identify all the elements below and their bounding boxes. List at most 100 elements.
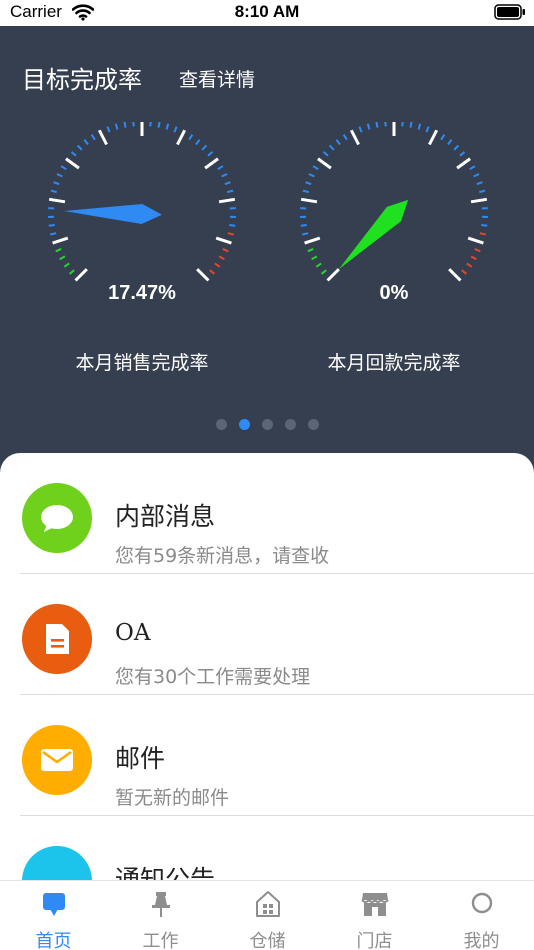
view-details-link[interactable]: 查看详情 [179, 65, 255, 92]
battery-icon [494, 4, 526, 24]
tab-warehouse[interactable]: 仓储 [214, 881, 321, 950]
warehouse-icon [256, 891, 280, 917]
gauge-minor-tick [459, 151, 466, 157]
gauge-major-tick [467, 236, 484, 245]
gauge-minor-tick [221, 173, 228, 178]
gauge-major-tick [448, 268, 462, 282]
gauge-major-tick [428, 129, 439, 146]
gauge-minor-tick [328, 144, 335, 151]
target-completion-panel: 目标完成率 查看详情 17.47% 本月销售完成率 0% 本月回款完成率 [0, 26, 534, 486]
gauge-minor-tick [217, 165, 224, 171]
page-dot[interactable] [307, 419, 319, 430]
payment-completion-gauge: 0% [289, 120, 499, 322]
gauge-minor-tick [473, 173, 480, 178]
gauge-minor-tick [50, 189, 58, 194]
panel-title: 目标完成率 [22, 66, 142, 94]
gauge-minor-tick [229, 224, 236, 227]
gauge-minor-tick [173, 126, 178, 133]
gauge-minor-tick [68, 269, 75, 275]
gauge-minor-tick [209, 269, 216, 275]
gauge-minor-tick [440, 134, 446, 141]
gauge-major-tick [74, 268, 88, 282]
gauge-minor-tick [224, 181, 231, 186]
gauge-minor-tick [409, 121, 413, 128]
gauge-minor-tick [447, 139, 453, 146]
tab-label: 首页 [35, 931, 72, 950]
gauge-major-tick [300, 197, 318, 204]
list-item-title: OA [115, 620, 151, 646]
page-dot[interactable] [284, 419, 296, 430]
gauge-minor-tick [417, 123, 422, 130]
gauge-minor-tick [123, 121, 127, 128]
sales-completion-value: 17.47% [108, 282, 176, 304]
store-icon [361, 893, 389, 916]
gauge-minor-tick [157, 121, 161, 128]
gauge-minor-tick [474, 248, 481, 253]
page-dot[interactable] [215, 419, 227, 430]
gauge-minor-tick [311, 255, 318, 261]
envelope-icon [22, 725, 92, 795]
gauge-minor-tick [453, 144, 460, 151]
profile-circle-icon [471, 892, 493, 914]
gauge-minor-tick [375, 121, 379, 128]
tab-profile[interactable]: 我的 [428, 881, 534, 950]
gauge-major-tick [349, 129, 360, 146]
tab-label: 仓储 [249, 931, 286, 950]
gauge-major-tick [97, 129, 108, 146]
gauge-minor-tick [315, 262, 322, 268]
page-dot[interactable] [261, 419, 273, 430]
gauge-major-tick [456, 157, 471, 170]
gauge-minor-tick [479, 232, 486, 236]
gauge-minor-tick [302, 232, 309, 236]
gauge-minor-tick [425, 126, 430, 133]
pin-icon [152, 892, 170, 917]
gauge-minor-tick [342, 134, 348, 141]
home-chat-icon [43, 893, 65, 916]
gauge-minor-tick [55, 248, 62, 253]
gauge-major-tick [65, 157, 80, 170]
tab-home[interactable]: 首页 [0, 881, 107, 950]
gauge-minor-tick [322, 151, 329, 157]
gauge-major-tick [317, 157, 332, 170]
gauge-minor-tick [312, 165, 319, 171]
chat-bubble-icon [22, 483, 92, 553]
gauge-minor-tick [226, 189, 234, 194]
list-item-oa[interactable]: OA 您有30个工作需要处理 [20, 574, 534, 695]
gauge-minor-tick [358, 126, 363, 133]
page-dot[interactable] [238, 419, 250, 430]
tab-work[interactable]: 工作 [107, 881, 214, 950]
gauge-minor-tick [195, 139, 201, 146]
list-item-subtitle: 您有30个工作需要处理 [115, 666, 311, 688]
notice-icon [22, 846, 92, 883]
gauge-needle [64, 204, 162, 224]
gauge-minor-tick [305, 181, 312, 186]
gauge-minor-tick [56, 173, 63, 178]
list-item-internal-messages[interactable]: 内部消息 您有59条新消息，请查收 [20, 453, 534, 574]
gauge-needle [338, 199, 409, 270]
page-indicator[interactable] [0, 419, 534, 430]
gauge-minor-tick [90, 134, 96, 141]
list-item-mail[interactable]: 邮件 暂无新的邮件 [20, 695, 534, 816]
gauge-major-tick [176, 129, 187, 146]
gauge-minor-tick [188, 134, 194, 141]
gauge-minor-tick [384, 120, 387, 127]
gauge-minor-tick [218, 255, 225, 261]
gauge-minor-tick [366, 123, 371, 130]
gauge-major-tick [52, 236, 69, 245]
payment-completion-value: 0% [379, 282, 409, 304]
gauge-minor-tick [83, 139, 89, 146]
gauge-major-tick [218, 197, 236, 204]
gauge-minor-tick [300, 224, 307, 227]
status-time: 8:10 AM [234, 2, 300, 21]
gauge-minor-tick [307, 248, 314, 253]
gauge-minor-tick [466, 262, 473, 268]
list-item-subtitle: 您有59条新消息，请查收 [115, 545, 330, 567]
gauge-minor-tick [106, 126, 111, 133]
gauge-major-tick [215, 236, 232, 245]
list-item-notices[interactable]: 通知公告 [20, 816, 534, 883]
gauge-minor-tick [70, 151, 77, 157]
tab-store[interactable]: 门店 [321, 881, 428, 950]
gauge-minor-tick [48, 224, 55, 227]
gauge-minor-tick [476, 181, 483, 186]
gauge-minor-tick [63, 262, 70, 268]
